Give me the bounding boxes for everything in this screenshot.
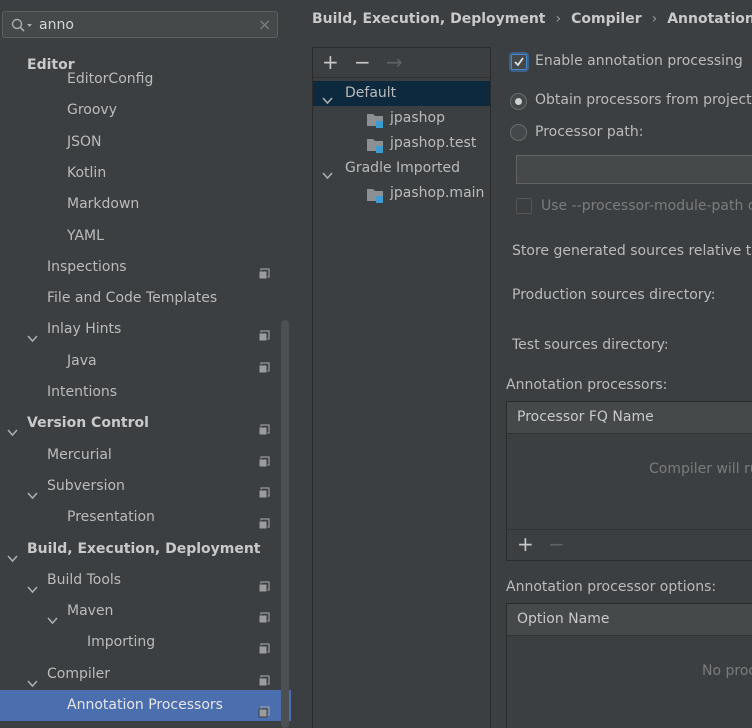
processor-path-input[interactable]	[516, 155, 752, 184]
remove-profile-button[interactable]: −	[354, 51, 371, 73]
tree-item-annotation-processors[interactable]: Annotation Processors	[0, 690, 291, 721]
tree-item-label: Inlay Hints	[47, 321, 122, 338]
tree-item-label: Java	[67, 352, 97, 369]
search-input[interactable]	[39, 15, 249, 35]
tree-item-label: Presentation	[67, 509, 155, 526]
clear-search-icon[interactable]: ×	[258, 15, 271, 34]
tree-item-subversion[interactable]: Subversion	[0, 471, 291, 502]
enable-annotation-processing-checkbox[interactable]	[511, 54, 527, 70]
tree-item-file-and-code-templates[interactable]: File and Code Templates	[0, 283, 291, 314]
remove-processor-button[interactable]: −	[548, 533, 565, 555]
breadcrumb-item[interactable]: Compiler	[571, 11, 642, 27]
tree-item-inspections[interactable]: Inspections	[0, 252, 291, 283]
use-processor-module-path-label[interactable]: Use --processor-module-path c	[541, 198, 752, 214]
add-profile-button[interactable]: +	[322, 51, 339, 73]
checkmark-icon	[514, 57, 524, 67]
breadcrumb-separator-icon: ›	[651, 11, 658, 27]
profile-label: Gradle Imported	[345, 160, 460, 176]
options-empty-text: No proc	[702, 663, 752, 679]
tree-item-label: File and Code Templates	[47, 290, 218, 307]
tree-item-inlay-hints[interactable]: Inlay Hints	[0, 314, 291, 345]
obtain-from-classpath-radio[interactable]	[510, 93, 527, 110]
tree-item-build-execution-deployment[interactable]: Build, Execution, Deployment	[0, 534, 291, 565]
tree-item-label: Kotlin	[67, 164, 107, 181]
tree-item-label: JSON	[67, 133, 102, 150]
module-label: jpashop.test	[390, 135, 477, 151]
move-to-profile-button[interactable]: →	[386, 51, 403, 73]
profile-module-jpashop-test[interactable]: jpashop.test	[313, 131, 490, 156]
breadcrumb-item-current: Annotation Pro	[667, 11, 752, 27]
option-name-column-header[interactable]: Option Name	[507, 604, 752, 636]
profiles-toolbar: + − →	[313, 48, 490, 78]
search-icon	[11, 18, 33, 36]
profile-gradle-imported[interactable]: Gradle Imported	[313, 156, 490, 181]
profile-default[interactable]: Default	[313, 81, 490, 106]
annotation-processors-title: Annotation processors:	[506, 377, 668, 393]
tree-item-editorconfig[interactable]: EditorConfig	[0, 64, 291, 95]
tree-item-label: Maven	[67, 603, 114, 620]
tree-item-version-control[interactable]: Version Control	[0, 408, 291, 439]
processors-empty-text: Compiler will ru	[649, 461, 752, 477]
tree-item-label: Subversion	[47, 477, 125, 494]
tree-item-build-tools[interactable]: Build Tools	[0, 565, 291, 596]
tree-item-label: Compiler	[47, 665, 111, 682]
annotation-processors-table: Processor FQ Name Compiler will ru + −	[506, 401, 752, 561]
tree-item-compiler[interactable]: Compiler	[0, 659, 291, 690]
tree-item-kotlin[interactable]: Kotlin	[0, 158, 291, 189]
profile-module-jpashop-main[interactable]: jpashop.main	[313, 181, 490, 206]
column-header-label: Option Name	[517, 611, 610, 627]
tree-item-label: Build Tools	[47, 571, 122, 588]
tree-item-groovy[interactable]: Groovy	[0, 95, 291, 126]
breadcrumb-separator-icon: ›	[555, 11, 562, 27]
breadcrumb-item[interactable]: Build, Execution, Deployment	[312, 11, 546, 27]
settings-tree-panel: × EditorEditorConfigGroovyJSONKotlinMark…	[0, 0, 291, 728]
tree-item-java[interactable]: Java	[0, 346, 291, 377]
profile-module-jpashop[interactable]: jpashop	[313, 106, 490, 131]
tree-item-yaml[interactable]: YAML	[0, 221, 291, 252]
annotation-processor-options-table: Option Name No proc	[506, 603, 752, 728]
tree-item-json[interactable]: JSON	[0, 127, 291, 158]
tree-item-mercurial[interactable]: Mercurial	[0, 440, 291, 471]
tree-item-maven[interactable]: Maven	[0, 596, 291, 627]
tree-item-label: Version Control	[27, 415, 149, 432]
use-processor-module-path-checkbox[interactable]	[516, 198, 532, 214]
processor-fq-name-column-header[interactable]: Processor FQ Name	[507, 402, 752, 434]
tree-item-label: Build, Execution, Deployment	[27, 540, 261, 557]
tree-item-label: Intentions	[47, 384, 118, 400]
add-processor-button[interactable]: +	[517, 533, 534, 555]
settings-search-box[interactable]: ×	[2, 11, 278, 38]
tree-item-markdown[interactable]: Markdown	[0, 189, 291, 220]
tree-scrollbar[interactable]	[281, 320, 289, 728]
column-header-label: Processor FQ Name	[517, 409, 654, 425]
tree-item-intentions[interactable]: Intentions	[0, 377, 291, 408]
module-label: jpashop.main	[390, 185, 485, 201]
processors-table-toolbar: + −	[507, 529, 752, 560]
tree-item-label: Importing	[87, 634, 156, 651]
tree-item-presentation[interactable]: Presentation	[0, 502, 291, 533]
breadcrumb: Build, Execution, Deployment › Compiler › An…	[312, 11, 752, 31]
obtain-from-classpath-label[interactable]: Obtain processors from project	[535, 92, 752, 108]
module-folder-icon	[366, 186, 386, 213]
processor-path-radio[interactable]	[510, 124, 527, 141]
tree-item-importing[interactable]: Importing	[0, 627, 291, 658]
tree-item-label: EditorConfig	[67, 71, 154, 87]
project-settings-icon	[258, 699, 270, 728]
annotation-processors-page: Build, Execution, Deployment › Compiler › An…	[291, 0, 752, 728]
profile-label: Default	[345, 85, 397, 101]
tree-item-label: Groovy	[67, 102, 117, 119]
tree-item-label: Markdown	[67, 196, 140, 213]
tree-item-label: Annotation Processors	[67, 697, 223, 713]
processor-path-label[interactable]: Processor path:	[535, 124, 643, 140]
tree-item-label: Inspections	[47, 258, 127, 275]
module-label: jpashop	[390, 110, 445, 126]
store-generated-sources-label: Store generated sources relative to:	[512, 243, 752, 259]
enable-annotation-processing-label[interactable]: Enable annotation processing	[535, 53, 743, 69]
production-sources-directory-label: Production sources directory:	[512, 287, 716, 303]
test-sources-directory-label: Test sources directory:	[512, 337, 669, 353]
annotation-processor-options-title: Annotation processor options:	[506, 579, 717, 595]
tree-item-label: YAML	[67, 227, 104, 244]
tree-item-label: Mercurial	[47, 446, 112, 463]
profiles-tree: + − → Default jpashop jpashop.test Gradle I…	[312, 47, 491, 728]
